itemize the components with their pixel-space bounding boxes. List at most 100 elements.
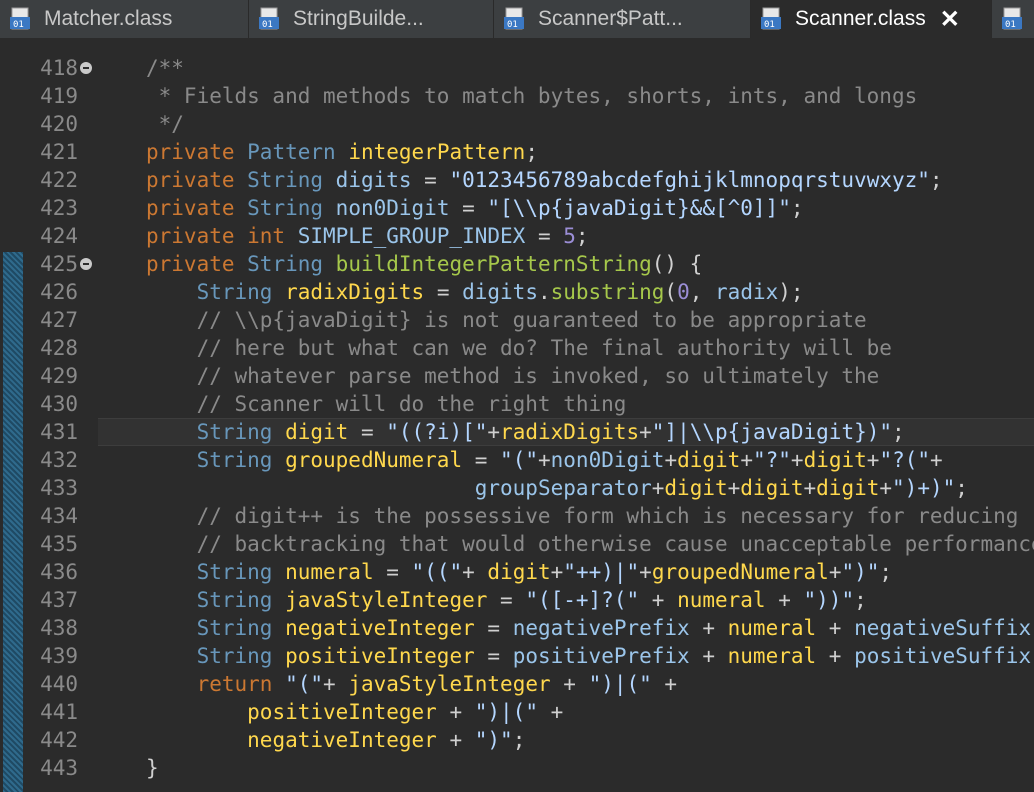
code-token: String	[196, 280, 286, 304]
code-token: +	[765, 588, 804, 612]
code-token: SIMPLE_GROUP_INDEX	[297, 224, 526, 248]
code-token: String	[196, 616, 286, 640]
line-number: 438	[40, 616, 78, 640]
collapse-fold-icon[interactable]	[80, 62, 92, 74]
code-token: 0	[677, 280, 690, 304]
code-line: private Pattern integerPattern;	[146, 138, 538, 166]
line-number: 421	[40, 140, 78, 164]
code-line: String radixDigits = digits.substring(0,…	[146, 278, 804, 306]
code-token: ")"	[841, 560, 880, 584]
code-token: buildIntegerPatternString	[335, 252, 652, 276]
code-token: +	[816, 644, 855, 668]
code-token: groupedNumeral	[651, 560, 829, 584]
code-token: =	[474, 616, 513, 640]
code-token: "((?i)["	[386, 420, 488, 444]
line-number: 424	[40, 224, 78, 248]
code-token: private	[146, 196, 248, 220]
code-token: String	[247, 168, 336, 192]
code-token: "[\\p{javaDigit}&&[^0]]"	[487, 196, 791, 220]
line-number: 426	[40, 280, 78, 304]
code-token: +	[487, 420, 501, 444]
code-token: negativePrefix	[512, 616, 690, 640]
code-token: digit	[487, 560, 551, 584]
code-token: positiveInteger	[285, 644, 475, 668]
code-line: */	[146, 110, 184, 138]
code-area[interactable]: /** * Fields and methods to match bytes,…	[98, 38, 1034, 792]
tab-scanner-pattern[interactable]: 01 Scanner$Patt...	[494, 0, 750, 38]
code-line: String negativeInteger = negativePrefix …	[146, 614, 1034, 642]
code-line: }	[146, 754, 159, 782]
code-token: numeral	[677, 588, 766, 612]
code-token: private	[146, 168, 248, 192]
code-line: return "("+ javaStyleInteger + ")|(" +	[146, 670, 678, 698]
tab-matcher-class[interactable]: 01 Matcher.class	[0, 0, 248, 38]
code-token: String	[247, 196, 336, 220]
code-token: ")+)"	[892, 476, 956, 500]
line-number: 431	[40, 420, 78, 444]
code-token: +	[866, 448, 880, 472]
code-line: positiveInteger + ")|(" +	[146, 698, 563, 726]
code-token: "))"	[803, 588, 855, 612]
code-token: +	[550, 672, 589, 696]
code-token: +	[689, 616, 728, 640]
code-token: ")|("	[588, 672, 652, 696]
code-token: return	[196, 672, 286, 696]
svg-text:01: 01	[262, 20, 273, 30]
code-token: positiveSuffix	[854, 644, 1032, 668]
tab-scanner-class[interactable]: 01 Scanner.class ✕	[751, 0, 991, 38]
code-token: =	[449, 196, 488, 220]
code-token: "(("	[411, 560, 463, 584]
code-token: +	[816, 616, 855, 640]
svg-text:01: 01	[1005, 20, 1016, 30]
class-file-icon: 01	[10, 7, 32, 31]
code-token: "++)|"	[563, 560, 640, 584]
code-token: +	[727, 476, 741, 500]
code-token: // whatever parse method is invoked, so …	[146, 364, 880, 388]
code-editor[interactable]: 418 419 420 421 422 423 424 425 426 427 428 429 430 4…	[0, 38, 1034, 792]
code-token: +	[664, 448, 678, 472]
code-line: // \\p{javaDigit} is not guaranteed to b…	[146, 306, 867, 334]
line-number-gutter: 418 419 420 421 422 423 424 425 426 427 428 429 430 4…	[26, 38, 98, 792]
code-token: +	[323, 672, 349, 696]
collapse-fold-icon[interactable]	[80, 258, 92, 270]
code-token: =	[462, 448, 501, 472]
code-token: =	[373, 560, 412, 584]
tab-overflow[interactable]: 01	[992, 0, 1034, 38]
code-token: negativeSuffix	[854, 616, 1032, 640]
code-token: ")|("	[474, 700, 538, 724]
code-line: /**	[146, 54, 184, 82]
code-token: substring	[550, 280, 665, 304]
code-line: String javaStyleInteger = "([-+]?(" + nu…	[146, 586, 867, 614]
code-token: Pattern	[247, 140, 349, 164]
code-token: "?"	[752, 448, 791, 472]
code-token: +	[689, 644, 728, 668]
code-token: digit	[740, 476, 804, 500]
line-number: 428	[40, 336, 78, 360]
tab-stringbuilder[interactable]: 01 StringBuilde...	[249, 0, 493, 38]
tab-label: StringBuilde...	[293, 7, 424, 30]
change-marker	[3, 252, 23, 792]
code-token: private	[146, 252, 248, 276]
line-number: 432	[40, 448, 78, 472]
code-token: javaStyleInteger	[285, 588, 488, 612]
code-token: ;	[879, 560, 893, 584]
line-number: 442	[40, 728, 78, 752]
code-token: +	[639, 560, 652, 584]
code-token: digits	[335, 168, 412, 192]
line-number: 427	[40, 308, 78, 332]
close-tab-icon[interactable]: ✕	[940, 5, 960, 34]
line-number: 443	[40, 756, 78, 780]
class-file-icon: 01	[761, 7, 783, 31]
line-number: 425	[40, 252, 78, 276]
code-token: // Scanner will do the right thing	[146, 392, 627, 416]
code-token: +	[639, 420, 652, 444]
code-token: digits	[462, 280, 538, 304]
code-token: ;	[575, 224, 589, 248]
code-token: String	[196, 448, 286, 472]
code-token: ;	[854, 588, 867, 612]
code-line: private String non0Digit = "[\\p{javaDig…	[146, 194, 804, 222]
